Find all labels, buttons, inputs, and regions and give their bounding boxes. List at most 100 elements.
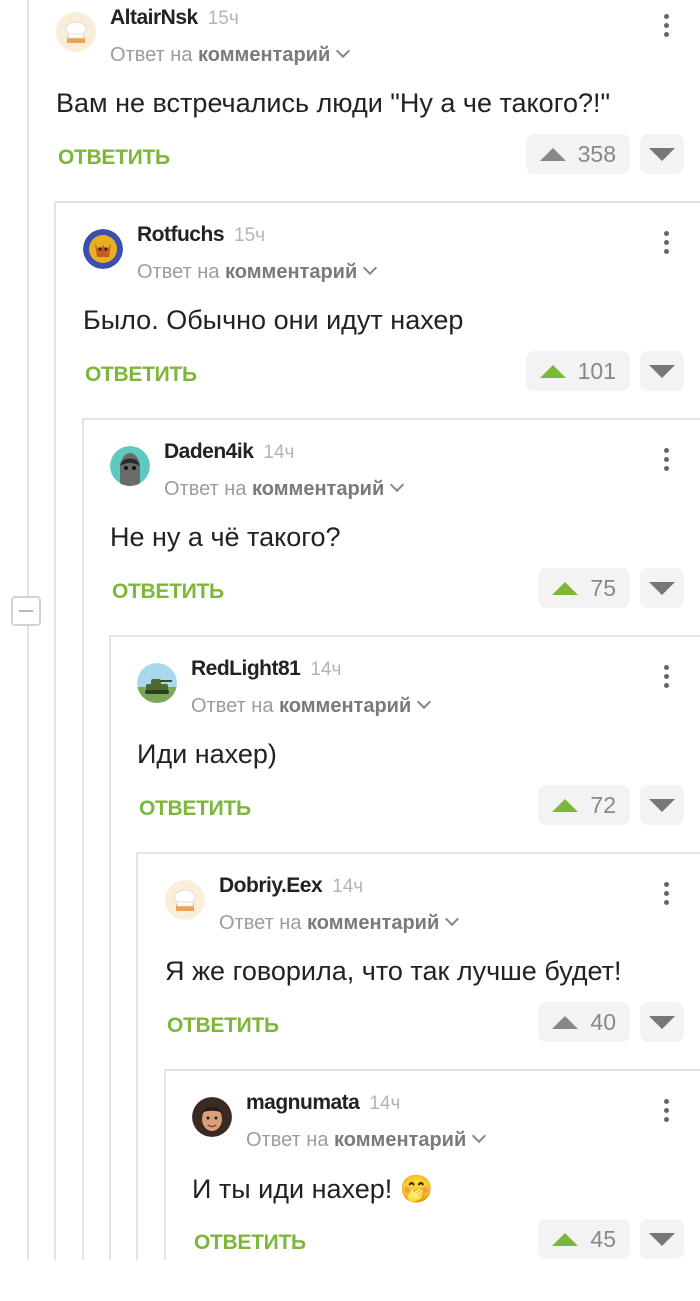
- timestamp: 14ч: [332, 876, 364, 897]
- comment-text: Иди нахер): [137, 739, 277, 769]
- chef-hat-avatar-icon[interactable]: [165, 880, 205, 920]
- comment-text: И ты иди нахер! 🤭: [192, 1174, 434, 1204]
- vote-count: 101: [577, 357, 616, 384]
- vote-up-button[interactable]: 45: [538, 1219, 630, 1259]
- timestamp: 15ч: [207, 8, 239, 29]
- comment: AltairNsk 15ч Ответ на комментарий Вам не…: [56, 0, 700, 216]
- reply-to[interactable]: Ответ на комментарий: [137, 260, 378, 284]
- reply-button[interactable]: ОТВЕТИТЬ: [85, 363, 197, 387]
- chef-hat-avatar-icon[interactable]: [56, 12, 96, 52]
- vote-down-button[interactable]: [640, 1219, 684, 1259]
- username-text[interactable]: RedLight81: [191, 657, 301, 680]
- username[interactable]: magnumata 14ч: [246, 1091, 400, 1115]
- reply-to[interactable]: Ответ на комментарий: [246, 1128, 487, 1152]
- username-text[interactable]: Daden4ik: [164, 440, 254, 463]
- chevron-down-icon[interactable]: [363, 260, 378, 276]
- vote-up-icon: [552, 798, 579, 812]
- comment-text: Не ну а чё такого?: [110, 522, 341, 552]
- username-text[interactable]: magnumata: [246, 1091, 360, 1114]
- thread-line: [82, 419, 84, 1260]
- username-text[interactable]: Rotfuchs: [137, 223, 225, 246]
- more-vertical-icon[interactable]: [664, 1099, 670, 1126]
- reply-target[interactable]: комментарий: [225, 261, 357, 283]
- username[interactable]: Daden4ik 14ч: [164, 440, 294, 464]
- vote-up-icon: [552, 1232, 579, 1246]
- vote-up-button[interactable]: 40: [538, 1002, 630, 1042]
- more-vertical-icon[interactable]: [664, 231, 670, 258]
- chevron-down-icon[interactable]: [417, 694, 432, 710]
- vote-down-icon: [649, 365, 675, 378]
- reply-button[interactable]: ОТВЕТИТЬ: [139, 797, 251, 821]
- vote-up-button[interactable]: 101: [525, 351, 630, 391]
- vote-down-icon: [649, 148, 675, 161]
- timestamp: 14ч: [369, 1093, 401, 1114]
- username[interactable]: Rotfuchs 15ч: [137, 223, 265, 247]
- reply-prefix: Ответ на: [164, 478, 247, 500]
- comment-text: Вам не встречались люди "Ну а че такого?…: [56, 88, 611, 118]
- vote-down-button[interactable]: [640, 351, 684, 391]
- vote-count: 40: [590, 1008, 616, 1035]
- reply-target[interactable]: комментарий: [279, 695, 411, 717]
- reply-button[interactable]: ОТВЕТИТЬ: [112, 580, 224, 604]
- more-vertical-icon[interactable]: [664, 448, 670, 475]
- comment: Dobriy.Eex 14ч Ответ на комментарий Я же …: [165, 868, 700, 1084]
- comment: magnumata 14ч Ответ на комментарий И ты и…: [192, 1085, 700, 1301]
- comment: Daden4ik 14ч Ответ на комментарий Не ну а…: [110, 434, 700, 650]
- vote-down-button[interactable]: [640, 568, 684, 608]
- chevron-down-icon[interactable]: [390, 477, 405, 493]
- person-photo-avatar-icon[interactable]: [192, 1097, 232, 1137]
- comment-text: Было. Обычно они идут нахер: [83, 305, 464, 335]
- vote-up-icon: [552, 581, 579, 595]
- vote-up-button[interactable]: 75: [538, 568, 630, 608]
- username-text[interactable]: AltairNsk: [110, 6, 198, 29]
- vote-down-button[interactable]: [640, 785, 684, 825]
- thread-line: [27, 626, 29, 1260]
- reply-to[interactable]: Ответ на комментарий: [164, 477, 405, 501]
- reply-prefix: Ответ на: [110, 44, 193, 66]
- vote-count: 72: [590, 791, 616, 818]
- thread-line: [54, 202, 56, 1260]
- vote-down-icon: [649, 582, 675, 595]
- chevron-down-icon[interactable]: [472, 1128, 487, 1144]
- reply-target[interactable]: комментарий: [334, 1129, 466, 1151]
- reply-button[interactable]: ОТВЕТИТЬ: [58, 146, 170, 170]
- vote-up-button[interactable]: 72: [538, 785, 630, 825]
- reply-prefix: Ответ на: [246, 1129, 329, 1151]
- reply-button[interactable]: ОТВЕТИТЬ: [167, 1014, 279, 1038]
- vote-up-button[interactable]: 358: [525, 134, 630, 174]
- reply-to[interactable]: Ответ на комментарий: [219, 911, 460, 935]
- vote-count: 75: [590, 574, 616, 601]
- more-vertical-icon[interactable]: [664, 882, 670, 909]
- reply-button[interactable]: ОТВЕТИТЬ: [194, 1231, 306, 1255]
- username[interactable]: AltairNsk 15ч: [110, 6, 239, 30]
- vote-down-button[interactable]: [640, 1002, 684, 1042]
- chevron-down-icon[interactable]: [336, 43, 351, 59]
- chevron-down-icon[interactable]: [445, 911, 460, 927]
- vote-down-button[interactable]: [640, 134, 684, 174]
- reply-target[interactable]: комментарий: [252, 478, 384, 500]
- tank-avatar-icon[interactable]: [137, 663, 177, 703]
- username[interactable]: RedLight81 14ч: [191, 657, 341, 681]
- vote-down-icon: [649, 799, 675, 812]
- vote-down-icon: [649, 1016, 675, 1029]
- more-vertical-icon[interactable]: [664, 665, 670, 692]
- comment: RedLight81 14ч Ответ на комментарий Иди н…: [137, 651, 700, 867]
- reply-prefix: Ответ на: [191, 695, 274, 717]
- fox-avatar-icon[interactable]: [83, 229, 123, 269]
- thread-line: [136, 853, 138, 1260]
- vote-up-icon: [539, 364, 566, 378]
- cartoon-face-avatar-icon[interactable]: [110, 446, 150, 486]
- reply-to[interactable]: Ответ на комментарий: [191, 694, 432, 718]
- timestamp: 14ч: [310, 659, 342, 680]
- vote-count: 358: [577, 140, 616, 167]
- username-text[interactable]: Dobriy.Eex: [219, 874, 323, 897]
- reply-target[interactable]: комментарий: [198, 44, 330, 66]
- reply-prefix: Ответ на: [219, 912, 302, 934]
- reply-to[interactable]: Ответ на комментарий: [110, 43, 351, 67]
- vote-down-icon: [649, 1233, 675, 1246]
- more-vertical-icon[interactable]: [664, 14, 670, 41]
- collapse-thread-icon[interactable]: [11, 596, 41, 626]
- username[interactable]: Dobriy.Eex 14ч: [219, 874, 363, 898]
- comment: Rotfuchs 15ч Ответ на комментарий Было. О…: [83, 217, 700, 433]
- reply-target[interactable]: комментарий: [307, 912, 439, 934]
